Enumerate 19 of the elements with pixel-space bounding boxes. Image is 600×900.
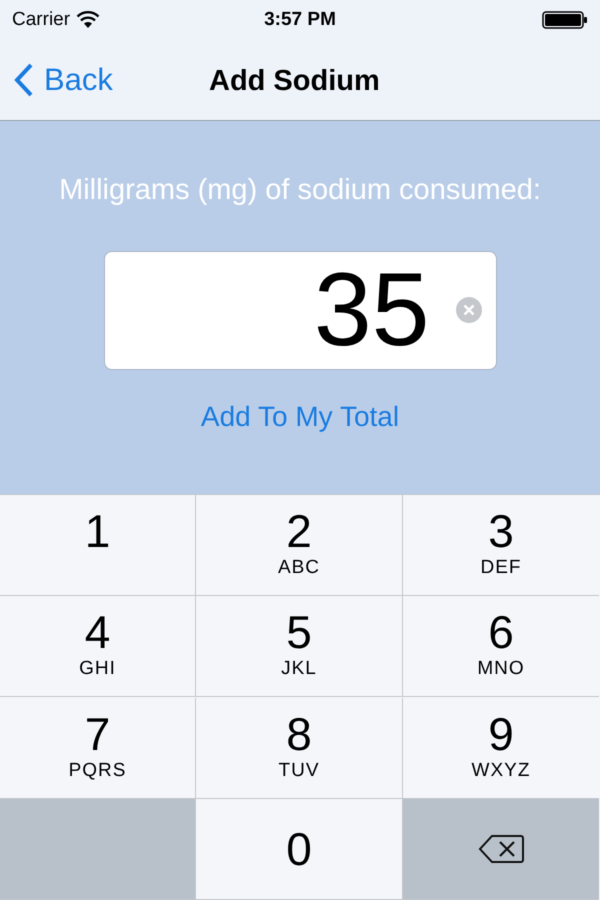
keypad-key[interactable]: 8 TUV xyxy=(196,698,403,798)
wifi-icon xyxy=(76,11,100,29)
backspace-icon xyxy=(478,834,524,864)
back-button[interactable]: Back xyxy=(0,56,113,104)
battery-icon xyxy=(542,11,588,29)
keypad-key[interactable]: 0 xyxy=(196,798,403,900)
prompt-text: Milligrams (mg) of sodium consumed: xyxy=(59,173,541,208)
page-title: Add Sodium xyxy=(209,64,380,99)
keypad-key[interactable]: 7 PQRS xyxy=(0,698,196,798)
clear-icon xyxy=(456,297,482,323)
amount-field[interactable]: 35 xyxy=(104,250,496,370)
carrier-label: Carrier xyxy=(12,8,70,32)
status-time: 3:57 PM xyxy=(264,8,336,32)
keypad-key[interactable]: 1 xyxy=(0,495,196,596)
keypad-key[interactable]: 4 GHI xyxy=(0,596,196,698)
keypad-key[interactable]: 2 ABC xyxy=(196,495,403,596)
keypad-key[interactable]: 5 JKL xyxy=(196,596,403,698)
delete-key[interactable] xyxy=(403,798,599,900)
chevron-left-icon xyxy=(14,63,34,97)
